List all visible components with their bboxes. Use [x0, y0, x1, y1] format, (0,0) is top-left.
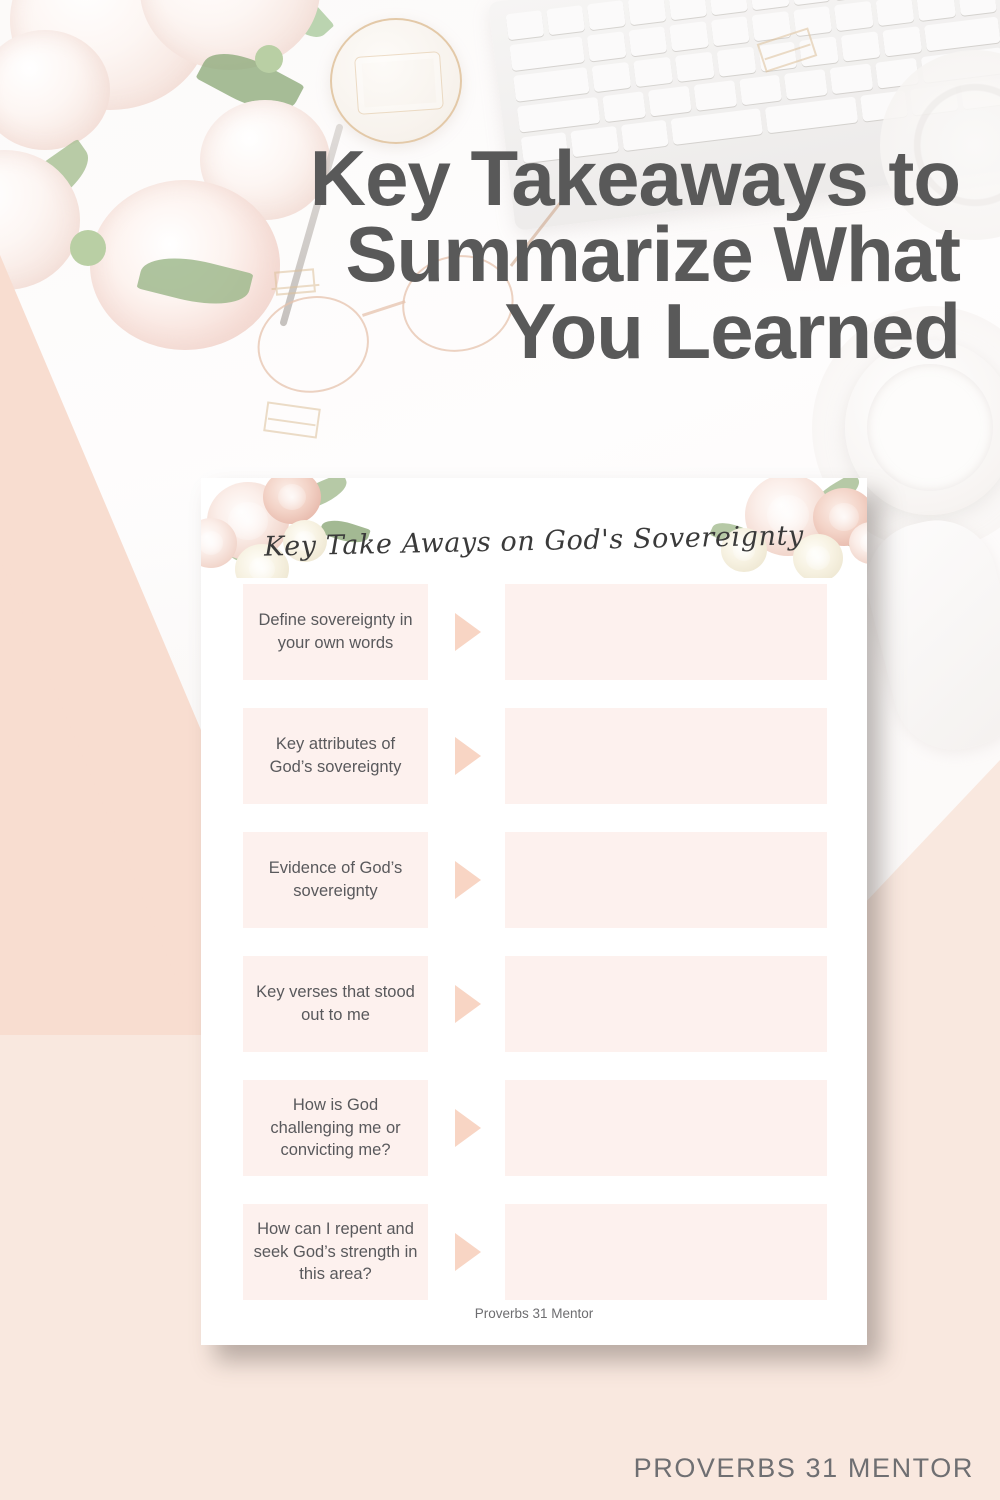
- answer-field[interactable]: [505, 1204, 827, 1300]
- worksheet-row: Key attributes of God’s sovereignty: [201, 706, 867, 806]
- arrow-right-icon: [455, 861, 481, 899]
- arrow-right-icon: [455, 1233, 481, 1271]
- worksheet-row: Define sovereignty in your own words: [201, 582, 867, 682]
- answer-field[interactable]: [505, 832, 827, 928]
- question-label: How is God challenging me or convicting …: [243, 1080, 428, 1176]
- worksheet-row: Evidence of God’s sovereignty: [201, 830, 867, 930]
- worksheet-row: How is God challenging me or convicting …: [201, 1078, 867, 1178]
- question-label: Key attributes of God’s sovereignty: [243, 708, 428, 804]
- question-label: How can I repent and seek God’s strength…: [243, 1204, 428, 1300]
- title-line-2: Summarize What: [345, 210, 961, 299]
- page-title: Key Takeaways to Summarize What You Lear…: [60, 134, 961, 375]
- worksheet-footer: Proverbs 31 Mentor: [474, 1306, 594, 1321]
- worksheet-header: Key Take Aways on God's Sovereignty: [201, 478, 867, 578]
- worksheet-page: Key Take Aways on God's Sovereignty Defi…: [201, 478, 867, 1345]
- worksheet-rows: Define sovereignty in your own words Key…: [201, 582, 867, 1326]
- title-line-3: You Learned: [504, 286, 961, 375]
- answer-field[interactable]: [505, 1080, 827, 1176]
- arrow-right-icon: [455, 737, 481, 775]
- question-label: Key verses that stood out to me: [243, 956, 428, 1052]
- title-line-1: Key Takeaways to: [309, 134, 961, 222]
- worksheet-row: How can I repent and seek God’s strength…: [201, 1202, 867, 1302]
- brand-label: PROVERBS 31 MENTOR: [633, 1453, 974, 1483]
- arrow-right-icon: [455, 985, 481, 1023]
- question-label: Evidence of God’s sovereignty: [243, 832, 428, 928]
- answer-field[interactable]: [505, 584, 827, 680]
- question-label: Define sovereignty in your own words: [243, 584, 428, 680]
- answer-field[interactable]: [505, 708, 827, 804]
- arrow-right-icon: [455, 1109, 481, 1147]
- worksheet-row: Key verses that stood out to me: [201, 954, 867, 1054]
- arrow-right-icon: [455, 613, 481, 651]
- answer-field[interactable]: [505, 956, 827, 1052]
